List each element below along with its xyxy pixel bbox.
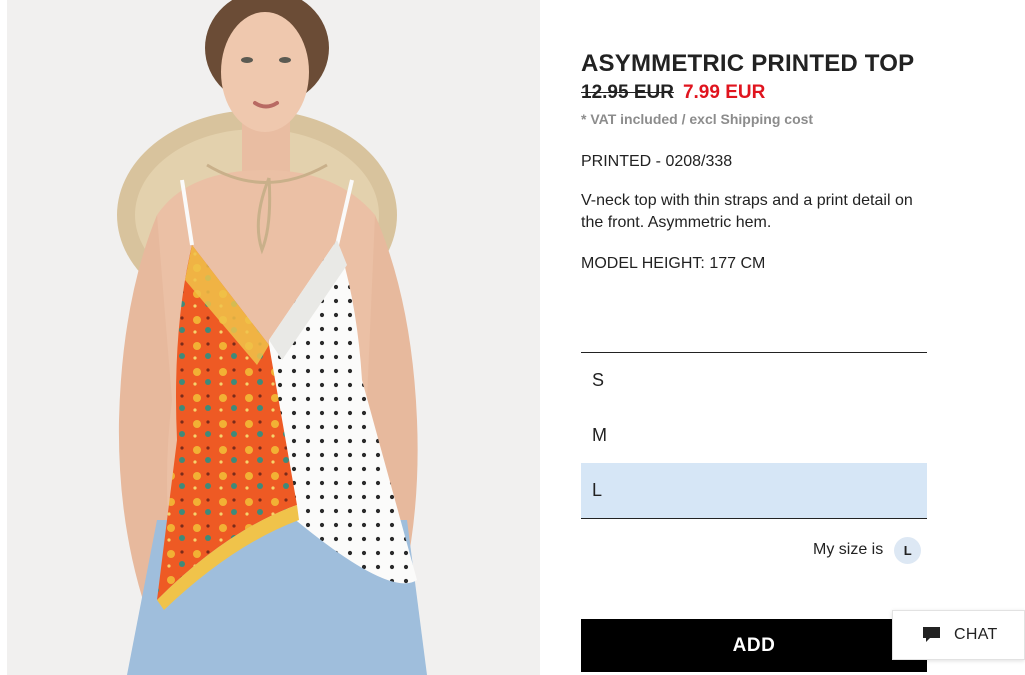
chat-button[interactable]: CHAT (892, 610, 1025, 660)
product-title: ASYMMETRIC PRINTED TOP (581, 50, 915, 77)
product-image[interactable] (7, 0, 540, 675)
size-option-m[interactable]: M (581, 408, 927, 463)
size-selector: S M L (581, 352, 927, 519)
sale-price: 7.99 EUR (682, 82, 766, 103)
model-height: MODEL HEIGHT: 177 CM (581, 255, 766, 272)
add-to-cart-button[interactable]: ADD (581, 619, 927, 672)
size-option-s[interactable]: S (581, 353, 927, 408)
product-description: V-neck top with thin straps and a print … (581, 192, 913, 231)
my-size-indicator[interactable]: My size is L (813, 536, 922, 564)
original-price: 12.95 EUR (581, 82, 674, 103)
size-option-l[interactable]: L (581, 463, 927, 518)
my-size-label: My size is (813, 541, 884, 558)
vat-note: * VAT included / excl Shipping cost (581, 111, 814, 127)
price-row: 12.95 EUR 7.99 EUR (581, 82, 927, 108)
product-info: ASYMMETRIC PRINTED TOP 12.95 EUR 7.99 EUR… (581, 50, 927, 273)
product-reference: PRINTED - 0208/338 (581, 153, 733, 170)
chat-bubble-icon (923, 627, 940, 642)
my-size-badge[interactable]: L (894, 536, 922, 564)
chat-label: CHAT (954, 626, 998, 643)
model-photo-illustration (7, 0, 540, 675)
